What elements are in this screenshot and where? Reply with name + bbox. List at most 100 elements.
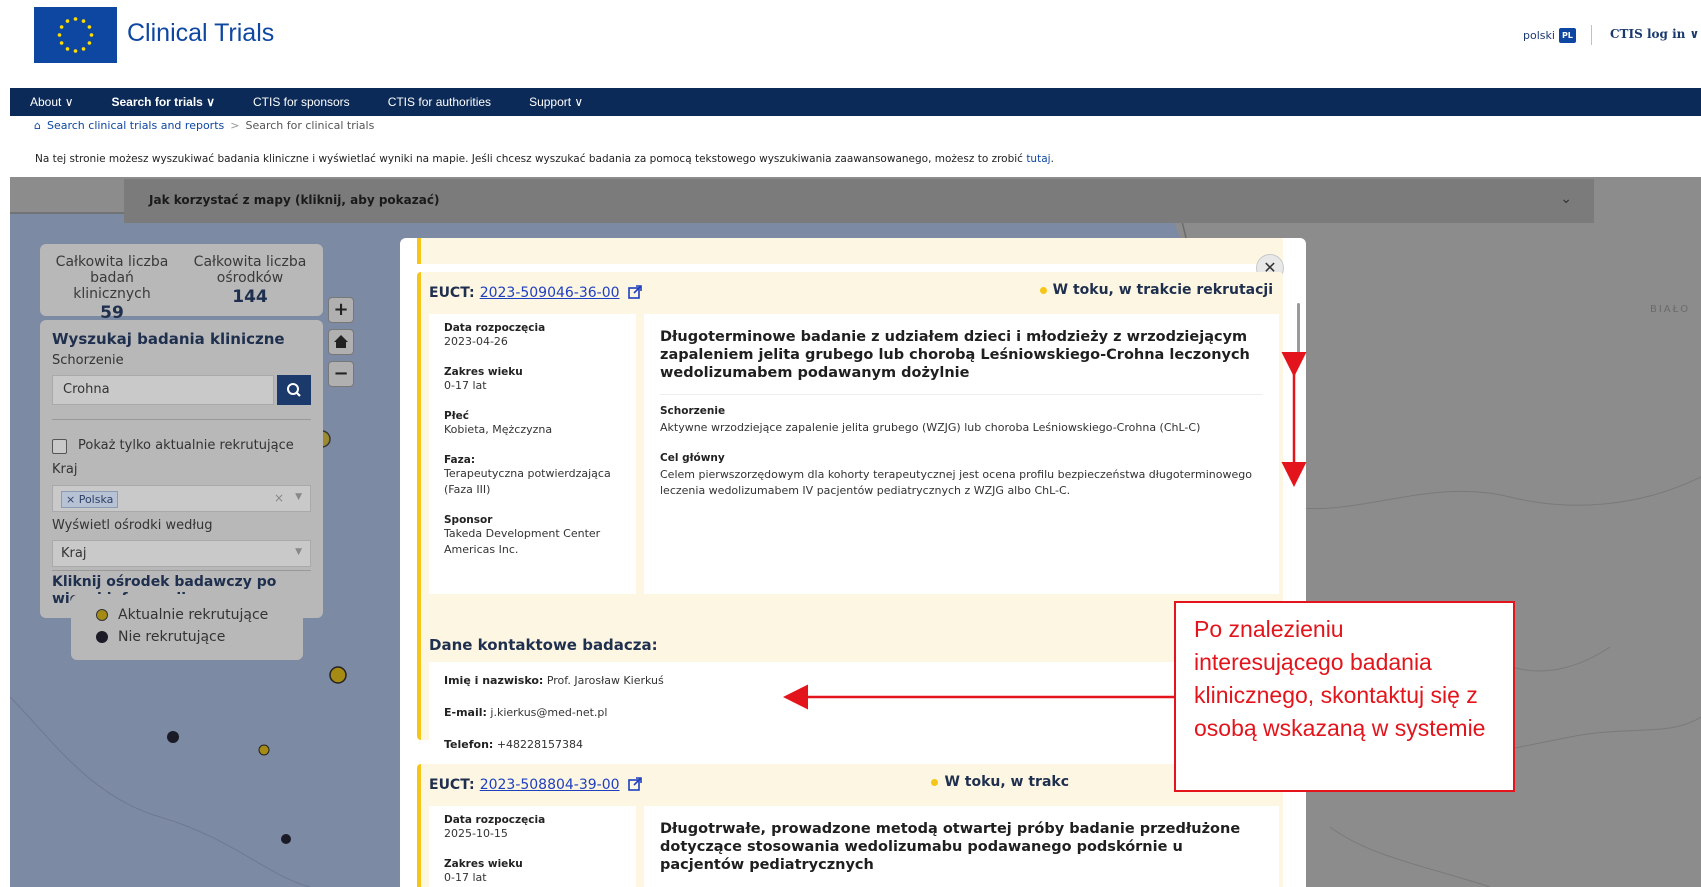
objective-section: Cel główny Celem pierwszorzędowym dla ko… [660, 448, 1263, 499]
country-tag[interactable]: × Polska [61, 491, 119, 508]
contact-name-row: Imię i nazwisko: Prof. Jarosław Kierkuś [444, 674, 1264, 706]
trial-card-header: EUCT: 2023-508804-39-00 W toku, w trakc [429, 774, 1273, 794]
condition-section: Schorzenie Aktywne wrzodziejące zapaleni… [660, 394, 1263, 436]
trial-card: EUCT: 2023-508804-39-00 W toku, w trakc … [417, 764, 1283, 887]
sponsor-label: Sponsor [444, 514, 493, 526]
not-recruiting-dot-icon [96, 631, 108, 643]
eu-flag-logo[interactable] [34, 7, 117, 63]
stats-panel: Całkowita liczba badań klinicznych 59 Ca… [40, 244, 323, 322]
map-howto-toggle[interactable]: Jak korzystać z mapy (kliknij, aby pokaz… [124, 179, 1594, 223]
age-range-label: Zakres wieku [444, 366, 523, 378]
map-legend: Aktualnie rekrutujące Nie rekrutujące [71, 595, 303, 660]
language-label: polski [1523, 29, 1555, 42]
trial-list-modal: ✕ EUCT: 2023-509046-36-00 W toku, w trak… [400, 238, 1306, 887]
trial-title: Długoterminowe badanie z udziałem dzieci… [660, 329, 1250, 381]
start-date-label: Data rozpoczęcia [444, 322, 546, 334]
header-divider [1591, 25, 1592, 45]
modal-scrollbar[interactable] [1297, 303, 1300, 363]
objective-value: Celem pierwszorzędowym dla kohorty terap… [660, 468, 1252, 497]
nav-about[interactable]: About ∨ [30, 95, 73, 109]
nav-search-for-trials[interactable]: Search for trials ∨ [111, 95, 215, 109]
map-region-label: BIAŁO [1650, 304, 1691, 315]
sex-label: Płeć [444, 410, 469, 422]
trial-meta: Data rozpoczęcia 2023-04-26 Zakres wieku… [429, 314, 636, 594]
breadcrumb-current: Search for clinical trials [245, 119, 375, 132]
euct-label: EUCT: [429, 777, 475, 793]
start-date-value: 2025-10-15 [444, 827, 508, 840]
nav-ctis-for-sponsors[interactable]: CTIS for sponsors [253, 95, 350, 109]
divider [52, 419, 311, 420]
zoom-out-button[interactable]: − [328, 361, 354, 387]
total-trials-stat: Całkowita liczba badań klinicznych 59 [52, 254, 172, 323]
trial-status-label: W toku, w trakcie rekrutacji [1052, 282, 1273, 298]
search-button[interactable] [277, 375, 311, 405]
recruiting-only-checkbox[interactable] [52, 439, 67, 454]
contact-email-value[interactable]: j.kierkus@med-net.pl [490, 706, 607, 719]
total-trials-label-1: Całkowita liczba [55, 254, 169, 270]
previous-card-edge [417, 238, 1283, 264]
phase-label: Faza: [444, 454, 476, 466]
trial-meta: Data rozpoczęcia 2025-10-15 Zakres wieku… [429, 806, 636, 887]
display-by-select[interactable]: Kraj ▼ [52, 540, 311, 567]
language-badge: PL [1558, 28, 1576, 43]
display-by-label: Wyświetl ośrodki według [52, 518, 213, 533]
condition-value: Aktywne wrzodziejące zapalenie jelita gr… [660, 421, 1201, 434]
phase-value: Terapeutyczna potwierdzająca (Faza III) [444, 467, 611, 496]
intro-end: . [1050, 153, 1054, 165]
home-icon[interactable]: ⌂ [34, 119, 41, 132]
start-date-label: Data rozpoczęcia [444, 814, 546, 826]
country-select[interactable]: × Polska × ▼ [52, 485, 311, 512]
status-dot-icon [931, 778, 939, 786]
nav-ctis-for-authorities[interactable]: CTIS for authorities [388, 95, 491, 109]
contact-name-value: Prof. Jarosław Kierkuś [546, 674, 664, 687]
site-title[interactable]: Clinical Trials [127, 19, 274, 48]
map-controls: + − [328, 297, 354, 393]
total-sites-label-1: Całkowita liczba [193, 254, 307, 270]
age-range-value: 0-17 lat [444, 871, 487, 884]
total-trials-label-2: badań klinicznych [73, 270, 151, 302]
sponsor-value: Takeda Development Center Americas Inc. [444, 527, 601, 556]
intro-sentence: Na tej stronie możesz wyszukiwać badania… [35, 153, 1023, 165]
condition-heading: Schorzenie [660, 405, 726, 417]
language-selector[interactable]: polski PL [1523, 28, 1576, 43]
trial-status-label: W toku, w trakc [944, 774, 1069, 790]
chevron-down-icon: ⌄ [1560, 191, 1572, 207]
main-nav: About ∨ Search for trials ∨ CTIS for spo… [10, 88, 1701, 116]
display-by-value: Kraj [61, 546, 87, 561]
total-trials-count: 59 [100, 303, 124, 323]
objective-heading: Cel główny [660, 452, 725, 464]
breadcrumb-separator: > [230, 119, 240, 132]
external-link-icon[interactable] [627, 285, 642, 299]
total-sites-label-2: ośrodków [216, 270, 284, 286]
euct-number-link[interactable]: 2023-509046-36-00 [480, 285, 620, 301]
total-sites-count: 144 [232, 287, 268, 307]
condition-search-input[interactable]: Crohna [52, 375, 274, 405]
legend-recruiting: Aktualnie rekrutujące [96, 607, 268, 623]
euct-label: EUCT: [429, 285, 475, 301]
status-dot-icon [1039, 286, 1047, 294]
site-header: Clinical Trials polski PL CTIS log in ∨ [0, 0, 1701, 88]
breadcrumb: ⌂ Search clinical trials and reports > S… [34, 119, 374, 132]
home-view-button[interactable] [328, 329, 354, 355]
age-range-value: 0-17 lat [444, 379, 487, 392]
contact-phone-value: +48228157384 [496, 738, 584, 751]
condition-label: Schorzenie [52, 353, 124, 368]
nav-support[interactable]: Support ∨ [529, 95, 583, 109]
trial-title: Długotrwałe, prowadzone metodą otwartej … [660, 821, 1241, 873]
search-panel-title: Wyszukaj badania kliniczne [52, 330, 285, 348]
map-howto-label: Jak korzystać z mapy (kliknij, aby pokaz… [149, 193, 440, 207]
sex-value: Kobieta, Mężczyzna [444, 423, 553, 436]
legend-not-recruiting: Nie rekrutujące [96, 629, 225, 645]
home-icon [334, 335, 348, 348]
advanced-search-link[interactable]: tutaj [1026, 153, 1050, 165]
zoom-in-button[interactable]: + [328, 297, 354, 323]
contact-phone-label: Telefon: [444, 738, 494, 751]
recruiting-only-label: Pokaż tylko aktualnie rekrutujące [78, 438, 294, 453]
legend-recruiting-label: Aktualnie rekrutujące [118, 607, 269, 623]
breadcrumb-link[interactable]: Search clinical trials and reports [47, 119, 224, 132]
clear-icon[interactable]: × [274, 491, 284, 505]
ctis-login-button[interactable]: CTIS log in ∨ [1610, 27, 1699, 41]
intro-text: Na tej stronie możesz wyszukiwać badania… [35, 153, 1054, 165]
external-link-icon[interactable] [627, 777, 642, 791]
euct-number-link[interactable]: 2023-508804-39-00 [480, 777, 620, 793]
